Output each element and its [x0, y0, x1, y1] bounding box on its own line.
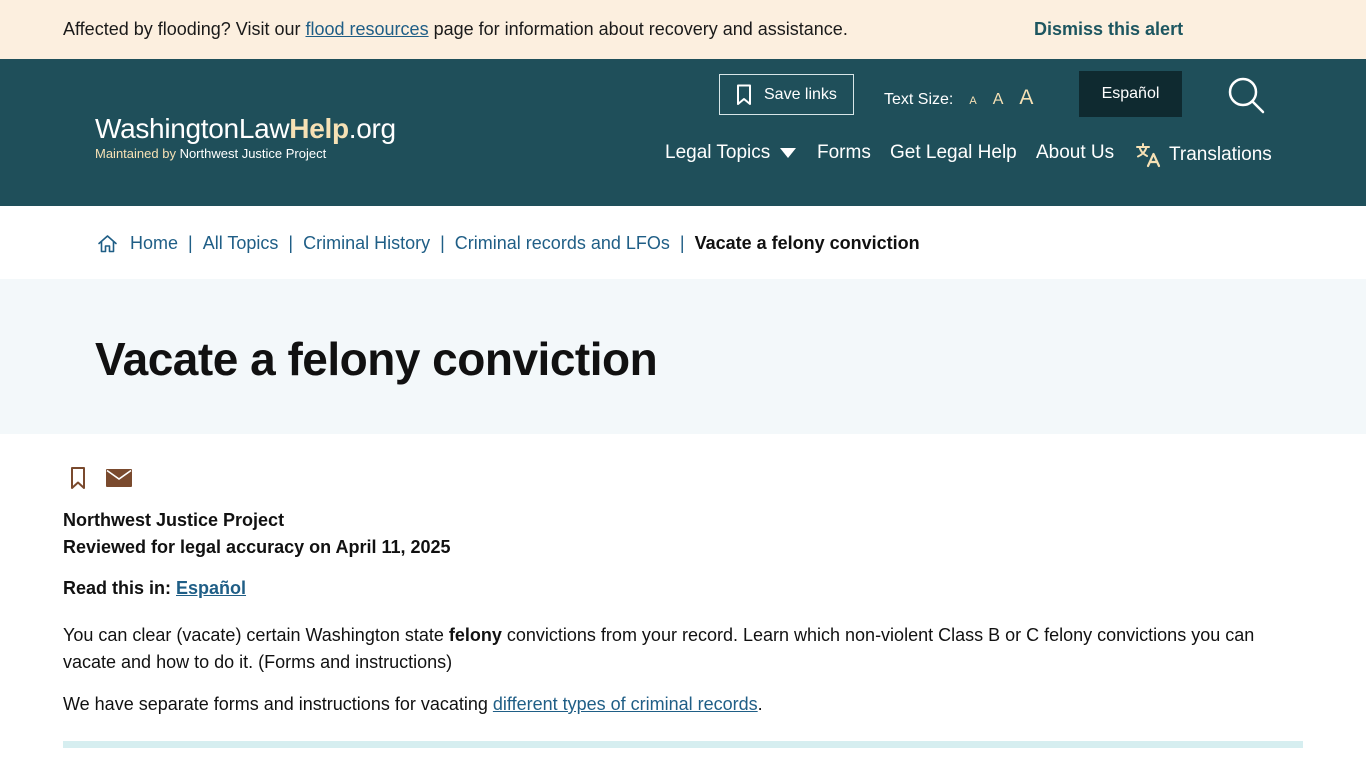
nav-forms-label: Forms: [817, 142, 871, 163]
logo-text-help: Help: [289, 113, 349, 144]
intro-text-before: You can clear (vacate) certain Washingto…: [63, 625, 449, 645]
site-logo[interactable]: WashingtonLawHelp.org Maintained by Nort…: [95, 113, 396, 161]
alert-banner: Affected by flooding? Visit our flood re…: [0, 0, 1366, 59]
breadcrumb: Home | All Topics | Criminal History | C…: [97, 232, 920, 254]
language-espanol-button[interactable]: Español: [1079, 71, 1182, 117]
logo-sub-org: Northwest Justice Project: [179, 146, 327, 161]
breadcrumb-all-topics[interactable]: All Topics: [203, 233, 279, 254]
text-size-control: Text Size: A A A: [884, 86, 1033, 110]
article-paragraph: We have separate forms and instructions …: [63, 694, 763, 715]
save-links-button[interactable]: Save links: [719, 74, 854, 115]
chevron-down-icon: [780, 148, 797, 158]
text-size-medium-button[interactable]: A: [993, 91, 1004, 109]
page-title-band: Vacate a felony conviction: [0, 279, 1366, 434]
alert-message: Affected by flooding? Visit our flood re…: [63, 19, 848, 40]
text-size-small-button[interactable]: A: [969, 95, 976, 107]
site-header: WashingtonLawHelp.org Maintained by Nort…: [0, 59, 1366, 206]
read-in-espanol-link[interactable]: Español: [176, 578, 246, 598]
alert-prefix: Affected by flooding? Visit our: [63, 19, 306, 39]
bookmark-icon: [737, 84, 751, 105]
read-in-language: Read this in: Español: [63, 578, 246, 599]
nav-get-legal-help[interactable]: Get Legal Help: [890, 142, 1017, 164]
breadcrumb-separator: |: [679, 232, 685, 253]
nav-about-us-label: About Us: [1036, 142, 1115, 163]
nav-forms[interactable]: Forms: [817, 142, 871, 164]
paragraph-text-after: .: [757, 694, 763, 714]
text-size-large-button[interactable]: A: [1019, 86, 1033, 110]
page-tools: [63, 466, 132, 490]
save-links-label: Save links: [764, 85, 837, 103]
read-in-label: Read this in:: [63, 578, 177, 598]
page-title: Vacate a felony conviction: [95, 333, 658, 385]
breadcrumb-separator: |: [188, 232, 193, 253]
flood-resources-link[interactable]: flood resources: [306, 19, 429, 39]
text-size-label: Text Size:: [884, 91, 954, 108]
article-intro: You can clear (vacate) certain Washingto…: [63, 622, 1303, 676]
article-author: Northwest Justice Project: [63, 510, 285, 530]
section-divider: [63, 741, 1303, 748]
bookmark-icon[interactable]: [70, 466, 86, 490]
translate-icon: [1136, 143, 1161, 168]
breadcrumb-current: Vacate a felony conviction: [694, 232, 920, 253]
nav-legal-topics-label: Legal Topics: [665, 142, 771, 163]
nav-translations[interactable]: Translations: [1135, 142, 1272, 168]
article-meta: Northwest Justice Project Reviewed for l…: [63, 507, 451, 561]
search-icon: [1228, 77, 1265, 114]
search-button[interactable]: [1226, 75, 1266, 115]
logo-sub-prefix: Maintained by: [95, 146, 180, 161]
criminal-records-types-link[interactable]: different types of criminal records: [493, 694, 758, 714]
logo-text-tld: .org: [348, 113, 396, 144]
article-reviewed-date: Reviewed for legal accuracy on April 11,…: [63, 537, 451, 557]
logo-title: WashingtonLawHelp.org: [95, 113, 396, 145]
paragraph-text-before: We have separate forms and instructions …: [63, 694, 493, 714]
breadcrumb-criminal-records[interactable]: Criminal records and LFOs: [455, 233, 670, 254]
breadcrumb-criminal-history[interactable]: Criminal History: [303, 233, 430, 254]
nav-translations-label: Translations: [1169, 144, 1272, 165]
home-icon[interactable]: [97, 234, 118, 253]
nav-about-us[interactable]: About Us: [1036, 142, 1114, 164]
alert-suffix: page for information about recovery and …: [428, 19, 848, 39]
breadcrumb-separator: |: [288, 232, 294, 253]
breadcrumb-separator: |: [440, 232, 445, 253]
logo-text-main: WashingtonLaw: [95, 113, 290, 144]
logo-subtitle: Maintained by Northwest Justice Project: [95, 146, 396, 161]
breadcrumb-home[interactable]: Home: [130, 233, 178, 254]
nav-get-legal-help-label: Get Legal Help: [890, 142, 1017, 163]
nav-legal-topics[interactable]: Legal Topics: [665, 142, 797, 164]
email-icon[interactable]: [106, 469, 132, 487]
intro-text-bold: felony: [448, 625, 502, 645]
dismiss-alert-button[interactable]: Dismiss this alert: [1034, 19, 1183, 40]
